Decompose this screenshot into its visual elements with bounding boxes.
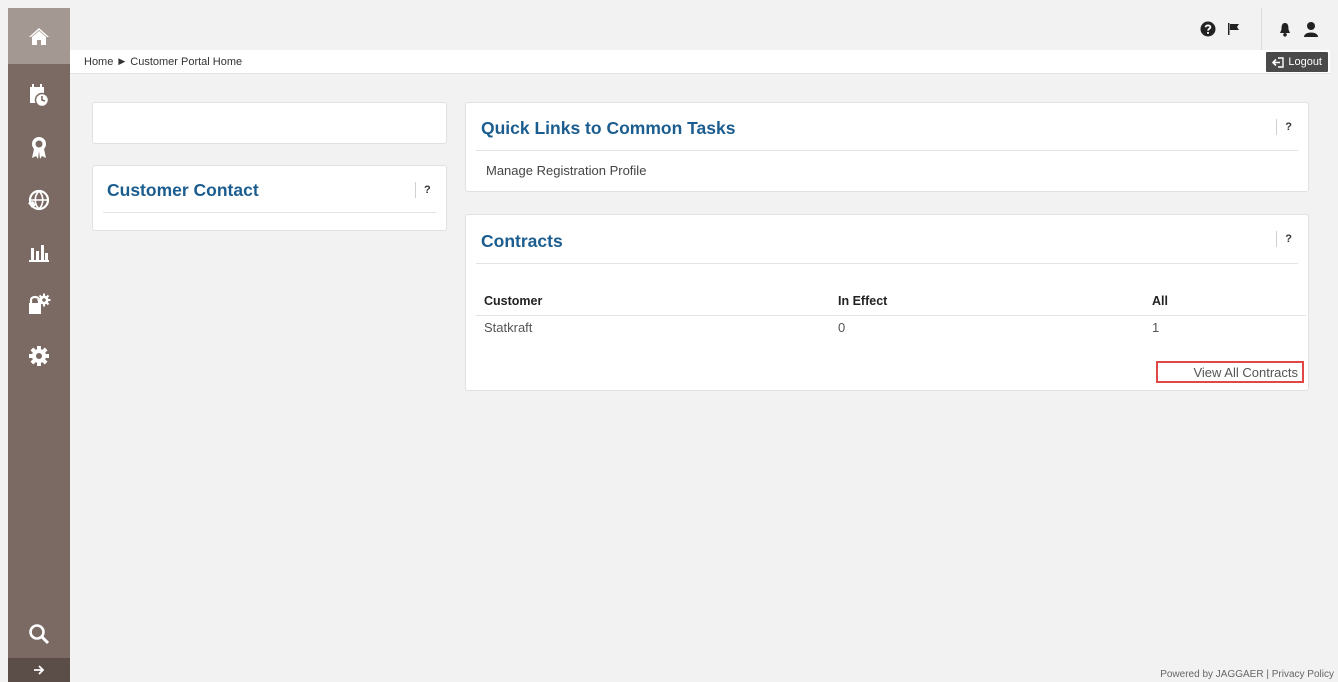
sidebar-item-reports[interactable] [8,232,70,272]
contracts-panel: Contracts ? Customer In Effect All Statk… [465,214,1309,391]
contracts-table: Customer In Effect All Statkraft 0 1 [476,287,1306,339]
column-header-in-effect[interactable]: In Effect [830,287,1144,316]
help-icon [1200,21,1216,37]
cell-customer: Statkraft [484,319,533,335]
flag-icon [1228,23,1239,35]
customer-contact-help-button[interactable]: ? [415,182,431,198]
home-icon [29,28,49,45]
breadcrumb: Home ▶ Customer Portal Home [84,56,242,68]
cell-in-effect[interactable]: 0 [830,315,1144,339]
sidebar-item-award[interactable] [8,128,70,168]
table-row: Statkraft 0 1 [476,315,1306,339]
cell-all[interactable]: 1 [1144,315,1306,339]
sidebar-notch [62,76,68,82]
globe-handshake-icon [28,189,50,211]
breadcrumb-separator: ▶ [118,56,126,66]
powered-by-link[interactable]: Powered by JAGGAER [1160,669,1263,680]
lock-settings-icon [29,293,51,314]
sidebar-item-settings[interactable] [8,336,70,376]
quick-links-panel: Quick Links to Common Tasks ? Manage Reg… [465,102,1309,192]
manage-registration-profile-link[interactable]: Manage Registration Profile [486,163,646,178]
column-header-all[interactable]: All [1144,287,1306,316]
sidebar-expand-button[interactable] [8,658,70,682]
bar-chart-icon [29,245,49,262]
user-menu-button[interactable] [1298,16,1324,42]
customer-contact-divider [103,212,436,213]
footer-separator: | [1266,669,1269,680]
column-header-customer[interactable]: Customer [476,287,830,316]
search-icon [29,624,50,645]
top-bar [70,8,1330,50]
sidebar-search[interactable] [8,614,70,654]
expand-arrow-icon [34,665,45,675]
sidebar-item-globe[interactable] [8,180,70,220]
sidebar-item-calendar[interactable] [8,76,70,116]
breadcrumb-home-link[interactable]: Home [84,56,113,68]
sidebar-item-admin[interactable] [8,284,70,324]
logout-button[interactable]: Logout [1266,52,1328,72]
user-icon [1304,22,1318,37]
privacy-policy-link[interactable]: Privacy Policy [1272,669,1334,680]
logout-label: Logout [1288,56,1322,68]
view-all-contracts-button[interactable]: View All Contracts [1156,361,1304,383]
flag-button[interactable] [1221,16,1247,42]
award-icon [32,137,46,159]
top-separator [1261,8,1262,50]
quick-links-divider [476,150,1298,151]
notifications-button[interactable] [1272,16,1298,42]
sidebar [8,8,70,682]
gear-icon [29,346,49,366]
logout-icon [1272,56,1285,68]
calendar-clock-icon [30,84,50,108]
customer-contact-panel: Customer Contact ? [92,165,447,231]
contracts-divider [476,263,1298,264]
footer: Powered by JAGGAER | Privacy Policy [1160,669,1334,680]
quick-links-title: Quick Links to Common Tasks [481,118,736,138]
empty-panel [92,102,447,144]
contracts-title: Contracts [481,231,563,251]
table-header-row: Customer In Effect All [476,287,1306,316]
help-button[interactable] [1195,16,1221,42]
bell-icon [1280,22,1290,37]
contracts-help-button[interactable]: ? [1276,231,1292,247]
sidebar-home[interactable] [8,8,70,64]
top-icons [1195,8,1330,50]
breadcrumb-bar: Home ▶ Customer Portal Home Logout [70,50,1330,74]
customer-contact-title: Customer Contact [107,180,259,200]
breadcrumb-current: Customer Portal Home [130,55,243,68]
quick-links-help-button[interactable]: ? [1276,119,1292,135]
